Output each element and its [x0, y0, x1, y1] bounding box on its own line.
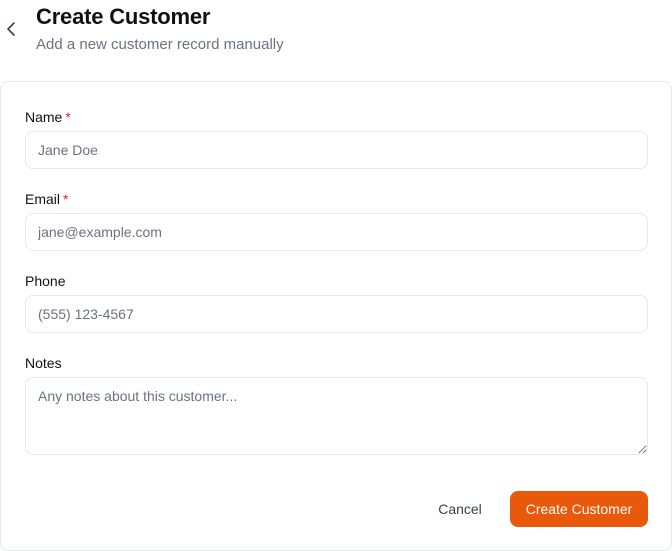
- create-customer-button[interactable]: Create Customer: [510, 491, 648, 527]
- email-input[interactable]: [25, 213, 648, 251]
- email-label-text: Email: [25, 191, 61, 207]
- name-required-mark: *: [65, 109, 71, 125]
- cancel-button[interactable]: Cancel: [425, 491, 495, 527]
- notes-label: Notes: [25, 355, 62, 371]
- name-label: Name *: [25, 108, 71, 126]
- email-required-mark: *: [63, 191, 69, 207]
- chevron-left-icon: [7, 22, 15, 36]
- page-header: Create Customer Add a new customer recor…: [0, 0, 672, 70]
- back-button[interactable]: [2, 19, 20, 39]
- phone-input[interactable]: [25, 295, 648, 333]
- name-label-text: Name: [25, 109, 63, 125]
- customer-form-card: Name* Email* Phone Notes Cancel Create C…: [0, 81, 672, 551]
- create-customer-page: Create Customer Add a new customer recor…: [0, 0, 672, 551]
- notes-textarea[interactable]: [25, 377, 648, 455]
- name-input[interactable]: [25, 131, 648, 169]
- phone-label: Phone: [25, 273, 66, 289]
- page-subtitle: Add a new customer record manually: [36, 36, 284, 53]
- page-title: Create Customer: [36, 4, 211, 29]
- email-label: Email *: [25, 190, 68, 208]
